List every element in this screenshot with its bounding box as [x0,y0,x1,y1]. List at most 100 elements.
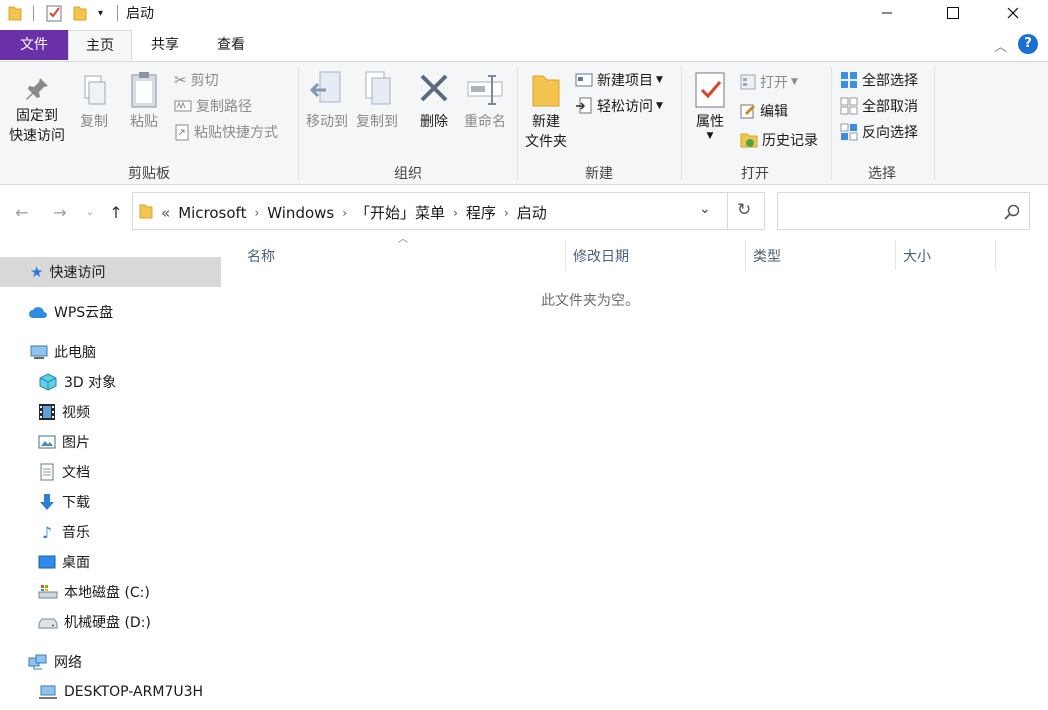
column-header-name[interactable]: 名称 [247,244,275,270]
search-input[interactable] [777,192,1030,230]
chevron-right-icon[interactable]: › [254,206,259,220]
nav-label: WPS云盘 [54,305,114,321]
copy-path-icon [174,100,192,112]
nav-this-pc[interactable]: 此电脑 [30,337,96,367]
breadcrumb-item[interactable]: 「开始」菜单 [355,202,445,223]
nav-desktop[interactable]: 桌面 [38,547,90,577]
organize-group-label: 组织 [394,166,422,182]
forward-arrow-icon[interactable]: → [50,202,70,222]
select-all-icon [841,72,857,88]
move-to-button[interactable]: 移动到 [302,70,352,132]
folder-icon [139,204,153,219]
folder-icon[interactable] [8,3,22,23]
new-folder-icon[interactable] [73,3,87,23]
star-icon: ★ [30,263,44,281]
address-bar[interactable]: « Microsoft › Windows › 「开始」菜单 › 程序 › 启动… [132,192,765,230]
paste-shortcut-icon [175,124,189,141]
paste-button[interactable]: 粘贴 [122,70,166,132]
minimize-button[interactable] [864,0,910,26]
breadcrumb-item[interactable]: Microsoft [178,204,246,222]
pin-icon [26,78,48,100]
new-folder-line1: 新建 [532,114,560,130]
chevron-right-icon[interactable]: › [504,206,509,220]
dropdown-arrow-icon: ▼ [656,75,663,85]
tab-file[interactable]: 文件 [0,30,68,60]
breadcrumb-overflow[interactable]: « [161,204,170,222]
nav-quick-access[interactable]: ★ 快速访问 [30,257,105,287]
customize-quick-access-icon[interactable]: ▾ [98,3,103,23]
network-icon [28,654,47,670]
column-header-size[interactable]: 大小 [903,244,931,270]
column-header-type[interactable]: 类型 [753,244,781,270]
column-divider[interactable] [895,240,896,270]
properties-label: 属性 [696,114,724,130]
open-button[interactable]: 打开 ▼ [740,71,798,93]
copy-to-label: 复制到 [356,114,398,130]
nav-downloads[interactable]: 下载 [38,487,90,517]
ribbon-tabs: 文件 主页 共享 查看 ︿ ? [0,30,1048,62]
help-icon[interactable]: ? [1018,34,1038,54]
select-none-button[interactable]: 全部取消 [840,95,918,117]
select-all-label: 全部选择 [862,73,918,89]
nav-label: DESKTOP-ARM7U3H [64,684,204,700]
tab-home[interactable]: 主页 [68,30,132,62]
nav-network[interactable]: 网络 [28,647,82,677]
nav-label: 桌面 [62,555,90,571]
collapse-ribbon-icon[interactable]: ︿ [994,36,1007,55]
new-folder-button[interactable]: 新建 文件夹 [522,70,570,152]
nav-hard-disk-d[interactable]: 机械硬盘 (D:) [38,607,151,637]
nav-wps-cloud[interactable]: WPS云盘 [28,297,113,327]
tab-share[interactable]: 共享 [140,30,190,60]
select-all-button[interactable]: 全部选择 [840,69,918,91]
breadcrumb-item[interactable]: 程序 [466,202,496,223]
nav-videos[interactable]: 视频 [38,397,90,427]
invert-selection-button[interactable]: 反向选择 [840,121,918,143]
delete-button[interactable]: 删除 [414,70,454,132]
copy-label: 复制 [80,114,108,130]
recent-locations-icon[interactable]: ⌄ [80,202,100,222]
nav-label: 视频 [62,405,90,421]
maximize-button[interactable] [930,0,976,26]
new-item-icon [575,73,593,87]
refresh-icon[interactable]: ↻ [737,200,751,220]
tab-view[interactable]: 查看 [204,30,258,60]
drive-icon [38,618,58,629]
column-divider[interactable] [565,240,566,270]
nav-3d-objects[interactable]: 3D 对象 [38,367,116,397]
address-dropdown-icon[interactable]: ⌄ [699,201,711,217]
cut-button[interactable]: ✂ 剪切 [174,69,219,91]
chevron-right-icon[interactable]: › [453,206,458,220]
breadcrumb-item[interactable]: Windows [267,204,334,222]
history-label: 历史记录 [762,133,818,149]
nav-music[interactable]: ♪ 音乐 [38,517,90,547]
nav-desktop-computer[interactable]: DESKTOP-ARM7U3H [38,677,203,707]
nav-pictures[interactable]: 图片 [38,427,90,457]
up-arrow-icon[interactable]: ↑ [106,202,126,222]
column-header-modified[interactable]: 修改日期 [573,244,629,270]
select-none-icon [840,97,858,115]
close-button[interactable] [990,0,1036,26]
column-divider[interactable] [995,240,996,270]
rename-button[interactable]: 重命名 [460,70,510,132]
nav-documents[interactable]: 文档 [38,457,90,487]
easy-access-button[interactable]: 轻松访问 ▼ [575,95,663,117]
copy-to-button[interactable]: 复制到 [352,70,402,132]
copy-path-button[interactable]: 复制路径 [174,95,252,117]
open-icon [740,74,756,90]
scissors-icon: ✂ [174,71,187,89]
paste-shortcut-button[interactable]: 粘贴快捷方式 [174,121,278,143]
edit-button[interactable]: 编辑 [740,100,788,122]
back-arrow-icon[interactable]: ← [12,202,32,222]
copy-button[interactable]: 复制 [72,74,116,132]
pin-to-quick-access-button[interactable]: 固定到 快速访问 [4,74,70,146]
new-item-button[interactable]: 新建项目 ▼ [575,69,663,91]
history-button[interactable]: 历史记录 [740,129,818,151]
properties-button[interactable]: 属性 ▼ [688,70,732,141]
column-divider[interactable] [745,240,746,270]
nav-local-disk-c[interactable]: 本地磁盘 (C:) [38,577,150,607]
properties-icon[interactable] [46,3,62,23]
chevron-right-icon[interactable]: › [342,206,347,220]
breadcrumb-item[interactable]: 启动 [517,202,547,223]
easy-access-label: 轻松访问 [597,99,653,115]
clipboard-icon [131,72,157,108]
